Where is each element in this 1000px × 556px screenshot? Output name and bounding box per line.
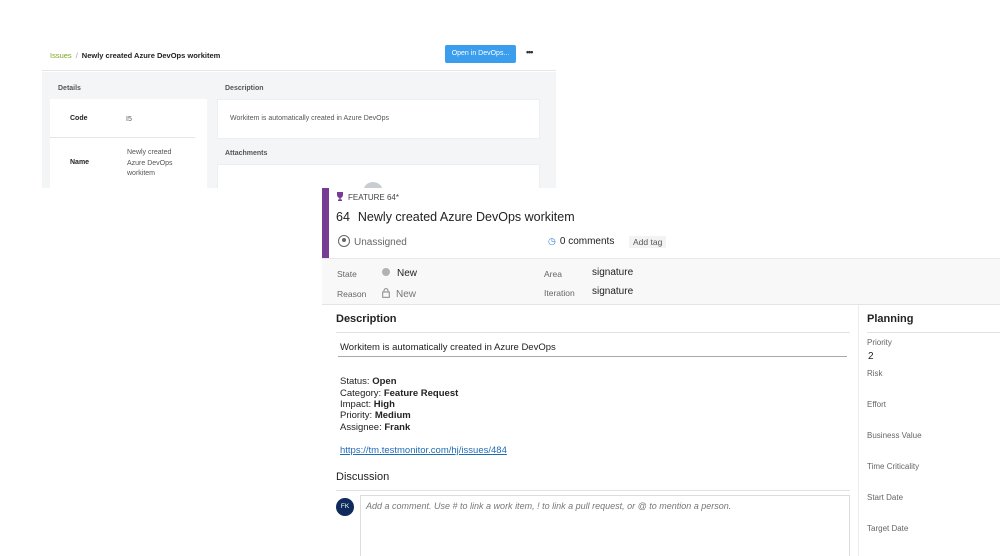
avatar: FK — [336, 498, 354, 516]
description-title: Description — [225, 85, 264, 92]
testmonitor-issue-window: Issues / Newly created Azure DevOps workit… — [42, 40, 556, 188]
reason-value: New — [396, 289, 417, 300]
details-value-code: I5 — [126, 116, 132, 123]
start-date-label: Start Date — [867, 493, 904, 502]
detail-status: Status: Open — [340, 376, 397, 387]
iteration-label: Iteration — [544, 288, 575, 298]
detail-status-label: Status: — [340, 376, 373, 387]
detail-category-value: Feature Request — [383, 388, 459, 399]
open-in-devops-button[interactable]: Open in DevOps... — [445, 45, 516, 63]
discussion-divider — [336, 490, 850, 491]
breadcrumb-current: Newly created Azure DevOps workitem — [81, 51, 221, 60]
risk-label: Risk — [867, 369, 883, 378]
detail-category: Category: Feature Request — [340, 388, 458, 399]
user-icon — [338, 235, 350, 247]
description-underline — [338, 356, 847, 357]
detail-impact-label: Impact: — [340, 399, 374, 410]
description-text: Workitem is automatically created in Azu… — [230, 115, 389, 122]
details-value-name: Newly created Azure DevOps workitem — [127, 149, 173, 177]
effort-label: Effort — [867, 400, 886, 409]
assignee-label: Unassigned — [354, 237, 407, 248]
detail-impact: Impact: High — [340, 399, 395, 410]
priority-label: Priority — [867, 338, 892, 347]
details-card: Code I5 Name Newly created Azure DevOps … — [50, 99, 207, 188]
priority-field[interactable]: 2 — [868, 351, 874, 362]
work-item-title[interactable]: 64 Newly created Azure DevOps workitem — [336, 210, 575, 224]
comments-count: 0 comments — [559, 236, 615, 247]
state-dot-icon — [382, 268, 390, 276]
trophy-icon — [337, 192, 343, 201]
description-heading: Description — [336, 313, 397, 325]
detail-priority: Priority: Medium — [340, 410, 411, 421]
work-item-type-label: FEATURE 64* — [348, 193, 399, 202]
description-divider — [336, 332, 850, 333]
lock-icon — [382, 288, 390, 298]
state-label: State — [337, 269, 357, 279]
assignee-picker[interactable]: Unassigned — [338, 235, 407, 248]
details-title: Details — [58, 85, 81, 92]
details-row-code: Code I5 — [50, 99, 195, 138]
state-value: New — [397, 268, 418, 279]
detail-status-value: Open — [372, 376, 397, 387]
description-card: Workitem is automatically created in Azu… — [217, 99, 540, 139]
time-criticality-label: Time Criticality — [867, 462, 920, 471]
planning-heading: Planning — [867, 313, 914, 325]
detail-impact-value: High — [373, 399, 395, 410]
state-dropdown[interactable]: New — [382, 268, 417, 279]
attachments-card — [217, 164, 540, 188]
detail-assignee: Assignee: Frank — [340, 422, 410, 433]
area-value[interactable]: signature — [592, 267, 633, 278]
more-options-icon[interactable]: ••• — [526, 47, 534, 57]
planning-divider — [867, 332, 1000, 333]
issue-body: Details Code I5 Name Newly created Azure… — [42, 72, 556, 188]
iteration-value[interactable]: signature — [592, 286, 633, 297]
breadcrumb-separator: / — [75, 51, 78, 60]
attachments-title: Attachments — [225, 150, 268, 157]
work-item-fields: State New Reason New Area signature Iter… — [322, 258, 1000, 305]
target-date-label: Target Date — [867, 524, 909, 533]
breadcrumb-issues-link[interactable]: Issues — [50, 51, 72, 60]
issue-header: Issues / Newly created Azure DevOps workit… — [42, 40, 556, 71]
area-label: Area — [544, 269, 562, 279]
detail-priority-value: Medium — [374, 410, 411, 421]
work-item-title-text: Newly created Azure DevOps workitem — [357, 210, 575, 224]
reason-field: New — [382, 288, 416, 300]
testmonitor-issue-link[interactable]: https://tm.testmonitor.com/hj/issues/484 — [340, 445, 507, 456]
details-key-code: Code — [70, 115, 88, 122]
work-item-id: 64 — [336, 210, 350, 224]
discussion-heading: Discussion — [336, 471, 390, 483]
comment-placeholder: Add a comment. Use # to link a work item… — [366, 501, 732, 511]
breadcrumb: Issues / Newly created Azure DevOps workit… — [50, 51, 220, 60]
devops-work-item-window: FEATURE 64* 64 Newly created Azure DevOps… — [322, 188, 1000, 556]
detail-assignee-value: Frank — [384, 422, 411, 433]
work-item-type: FEATURE 64* — [336, 192, 399, 202]
details-key-name: Name — [70, 159, 90, 166]
comment-icon: ◷ — [548, 236, 556, 246]
comments-link[interactable]: ◷ 0 comments — [548, 236, 614, 247]
business-value-label: Business Value — [867, 431, 922, 440]
description-editor-text[interactable]: Workitem is automatically created in Azu… — [340, 342, 556, 353]
reason-label: Reason — [337, 289, 367, 299]
detail-priority-label: Priority: — [340, 410, 375, 421]
side-panel-divider — [858, 305, 859, 556]
comment-input[interactable]: Add a comment. Use # to link a work item… — [360, 495, 850, 556]
work-item-type-color-bar — [322, 188, 329, 258]
detail-assignee-label: Assignee: — [340, 422, 385, 433]
detail-category-label: Category: — [340, 388, 384, 399]
add-tag-button[interactable]: Add tag — [629, 236, 667, 248]
